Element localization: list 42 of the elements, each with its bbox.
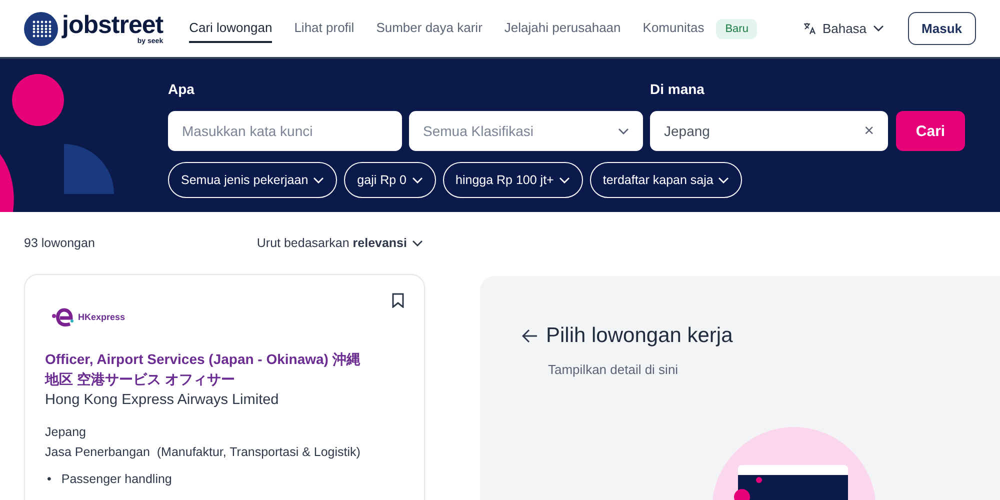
nav-tab[interactable]: Komunitas — [642, 14, 704, 43]
job-card[interactable]: HKexpress Officer, Airport Services (Japan - Okinawa) 沖縄地区 空港サービス オフィサー Hong Kong Express Airways Limited Jepang Jasa Penerbangan (Manufaktur, Transportasi & Logistik) • Passenger handling — [24, 274, 425, 500]
job-location: Jepang — [45, 424, 88, 441]
sort-dropdown[interactable]: Urut bedasarkan relevansi — [256, 236, 407, 250]
logo-wordmark: jobstreet — [62, 12, 164, 38]
chevron-down-icon — [558, 176, 570, 184]
arrow-left-icon — [522, 329, 538, 343]
nav-tab[interactable]: Sumber daya karir — [376, 14, 482, 43]
filter-dropdown[interactable]: terdaftar kapan saja — [590, 162, 742, 198]
results-count: 93 lowongan — [24, 236, 95, 250]
chevron-down-icon — [412, 176, 423, 184]
job-highlight: Passenger handling — [61, 471, 172, 488]
filter-dropdown[interactable]: hingga Rp 100 jt+ — [442, 162, 583, 198]
job-category: Jasa Penerbangan (Manufaktur, Transportasi & Logistik) — [45, 444, 362, 461]
logo-icon — [24, 12, 58, 46]
bookmark-icon[interactable] — [392, 293, 404, 308]
login-button[interactable]: Masuk — [908, 12, 976, 45]
classification-dropdown[interactable]: Semua Klasifikasi — [409, 111, 643, 151]
filter-dropdown[interactable]: gaji Rp 0 — [344, 162, 436, 198]
clear-icon[interactable]: × — [864, 121, 874, 141]
keyword-field[interactable]: Masukkan kata kunci — [168, 111, 402, 151]
translate-icon — [803, 22, 816, 35]
filter-dropdown[interactable]: Semua jenis pekerjaan — [168, 162, 338, 198]
what-label: Apa — [168, 81, 196, 99]
chevron-down-icon — [718, 176, 730, 184]
chevron-down-icon — [412, 240, 423, 246]
chevron-down-icon — [313, 176, 324, 184]
nav-tab[interactable]: Cari lowongan — [189, 14, 272, 43]
nav-tab[interactable]: Jelajahi perusahaan — [504, 14, 621, 43]
bullet-marker: • — [47, 471, 52, 488]
where-label: Di mana — [650, 81, 704, 99]
chevron-down-icon — [872, 25, 884, 32]
detail-subtitle: Tampilkan detail di sini — [548, 362, 680, 377]
new-badge: Baru — [716, 18, 758, 38]
search-button[interactable]: Cari — [896, 111, 965, 151]
company-logo-text: HKexpress — [78, 312, 126, 322]
detail-title: Pilih lowongan kerja — [546, 324, 733, 348]
company-name: Hong Kong Express Airways Limited — [45, 392, 280, 408]
nav-tab[interactable]: Lihat profil — [294, 14, 354, 43]
chevron-down-icon — [618, 128, 629, 134]
job-title[interactable]: Officer, Airport Services (Japan - Okinawa) 沖縄地区 空港サービス オフィサー — [45, 349, 363, 389]
language-selector[interactable]: Bahasa — [822, 21, 867, 36]
